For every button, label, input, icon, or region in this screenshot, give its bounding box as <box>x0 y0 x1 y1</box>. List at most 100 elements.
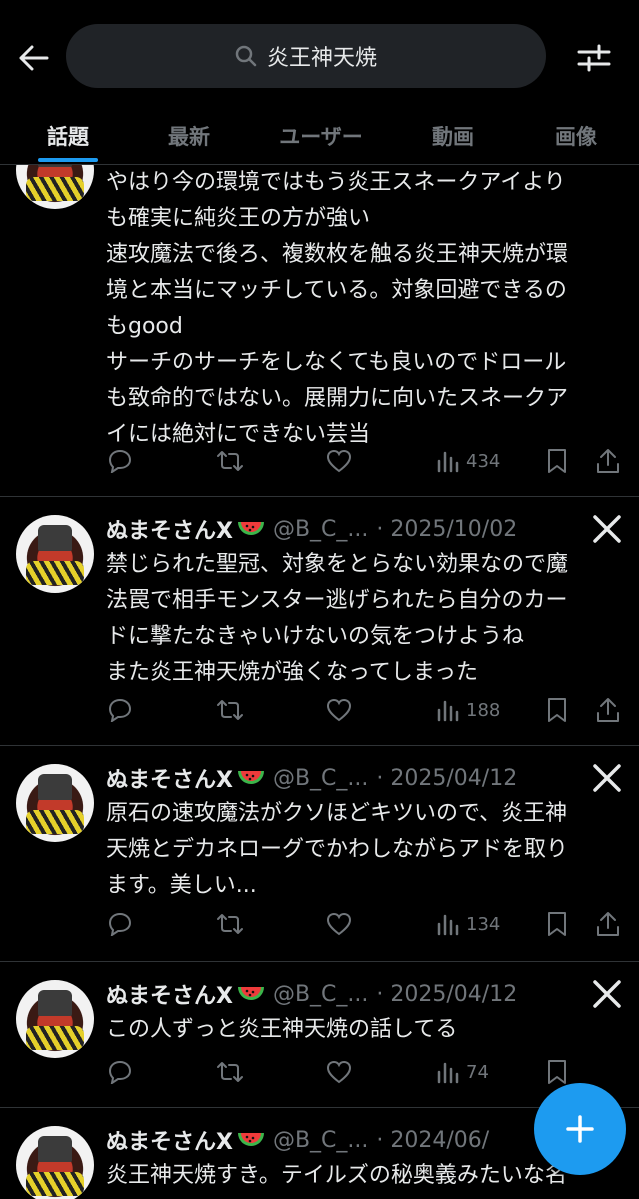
tweet-header: ぬまそさんX @B_C_... · 2025/10/02 <box>106 511 517 547</box>
tab-videos[interactable]: 動画 <box>414 108 492 164</box>
tab-people[interactable]: ユーザー <box>262 108 380 164</box>
view-count: 74 <box>466 1061 489 1083</box>
back-button[interactable] <box>14 38 54 78</box>
retweet-button[interactable] <box>216 1054 244 1090</box>
heart-icon <box>326 1060 352 1084</box>
heart-icon <box>326 912 352 936</box>
like-button[interactable] <box>326 1054 352 1090</box>
filter-button[interactable] <box>572 38 616 78</box>
avatar[interactable] <box>16 165 94 209</box>
tab-top[interactable]: 話題 <box>28 108 108 164</box>
tweet-item[interactable]: やはり今の環境ではもう炎王スネークアイより も確実に純炎王の方が強い 速攻魔法で… <box>0 165 639 497</box>
search-query: 炎王神天焼 <box>266 46 377 71</box>
x-logo-icon <box>593 515 621 543</box>
views-button[interactable]: 434 <box>436 443 500 479</box>
tweet-text: この人ずっと炎王神天焼の話してる <box>106 1017 458 1042</box>
user-handle[interactable]: @B_C_... <box>273 766 368 791</box>
retweet-icon <box>217 700 243 720</box>
tweet-actions: 134 <box>106 906 626 942</box>
avatar[interactable] <box>16 980 94 1058</box>
bookmark-icon <box>548 912 566 936</box>
tweet-date: · 2025/10/02 <box>376 516 518 542</box>
x-logo-icon <box>593 764 621 792</box>
bookmark-button[interactable] <box>546 443 568 479</box>
like-button[interactable] <box>326 692 352 728</box>
user-handle[interactable]: @B_C_... <box>273 982 368 1007</box>
avatar[interactable] <box>16 1126 94 1199</box>
search-input[interactable]: 炎王神天焼 <box>66 24 546 88</box>
view-count: 434 <box>466 450 501 472</box>
views-button[interactable]: 74 <box>436 1054 489 1090</box>
views-bar-icon <box>437 1062 459 1084</box>
retweet-icon <box>217 1062 243 1082</box>
tweet-header: ぬまそさんX @B_C_... · 2024/06/ <box>106 1122 489 1158</box>
watermelon-icon <box>237 1133 264 1146</box>
like-button[interactable] <box>326 443 352 479</box>
bookmark-button[interactable] <box>546 692 568 728</box>
watermelon-icon <box>237 522 264 535</box>
share-button[interactable] <box>596 906 620 942</box>
tweet-date: · 2025/04/12 <box>376 765 518 791</box>
view-count: 188 <box>466 699 501 721</box>
display-name[interactable]: ぬまそさんX <box>106 1124 233 1156</box>
tweet-date: · 2025/04/12 <box>376 981 518 1007</box>
user-handle[interactable]: @B_C_... <box>273 517 368 542</box>
bookmark-icon <box>548 449 566 473</box>
search-icon <box>235 45 257 67</box>
bookmark-button[interactable] <box>546 906 568 942</box>
x-logo-icon <box>593 980 621 1008</box>
filter-sliders-icon <box>577 44 611 72</box>
retweet-button[interactable] <box>216 906 244 942</box>
tweet-text: 炎王神天焼すき。テイルズの秘奥義みたいな名 <box>106 1163 567 1188</box>
plus-icon <box>566 1115 594 1143</box>
like-button[interactable] <box>326 906 352 942</box>
share-icon <box>597 698 619 722</box>
tweet-item[interactable]: ぬまそさんX @B_C_... · 2025/04/12 原石の速攻魔法がクソほ… <box>0 746 639 962</box>
tweet-text: 禁じられた聖冠、対象をとらない効果なので魔 法罠で相手モンスター逃げられたら自分… <box>106 552 569 685</box>
compose-button[interactable] <box>534 1083 626 1175</box>
tab-latest[interactable]: 最新 <box>150 108 228 164</box>
retweet-icon <box>217 451 243 471</box>
tweet-item[interactable]: ぬまそさんX @B_C_... · 2025/10/02 禁じられた聖冠、対象を… <box>0 497 639 746</box>
tweet-item[interactable]: ぬまそさんX @B_C_... · 2025/04/12 この人ずっと炎王神天焼… <box>0 962 639 1108</box>
reply-icon <box>108 698 132 722</box>
retweet-button[interactable] <box>216 443 244 479</box>
tweet-actions: 434 <box>106 443 626 479</box>
tweet-text: やはり今の環境ではもう炎王スネークアイより も確実に純炎王の方が強い 速攻魔法で… <box>106 170 569 447</box>
top-bar: 炎王神天焼 <box>0 0 639 108</box>
views-button[interactable]: 188 <box>436 692 500 728</box>
display-name[interactable]: ぬまそさんX <box>106 513 233 545</box>
search-tabs: 話題 最新 ユーザー 動画 画像 <box>0 108 639 165</box>
avatar[interactable] <box>16 764 94 842</box>
heart-icon <box>326 698 352 722</box>
reply-icon <box>108 449 132 473</box>
share-button[interactable] <box>596 692 620 728</box>
tweet-actions: 188 <box>106 692 626 728</box>
retweet-icon <box>217 914 243 934</box>
share-button[interactable] <box>596 443 620 479</box>
tweet-header: ぬまそさんX @B_C_... · 2025/04/12 <box>106 976 517 1012</box>
retweet-button[interactable] <box>216 692 244 728</box>
watermelon-icon <box>237 987 264 1000</box>
display-name[interactable]: ぬまそさんX <box>106 978 233 1010</box>
heart-icon <box>326 449 352 473</box>
tweet-actions: 74 <box>106 1054 626 1090</box>
tweet-date: · 2024/06/ <box>376 1127 490 1153</box>
tweet-header: ぬまそさんX @B_C_... · 2025/04/12 <box>106 760 517 796</box>
user-handle[interactable]: @B_C_... <box>273 1128 368 1153</box>
active-tab-indicator <box>38 158 98 162</box>
reply-button[interactable] <box>106 906 132 942</box>
reply-button[interactable] <box>106 443 132 479</box>
reply-button[interactable] <box>106 1054 132 1090</box>
reply-button[interactable] <box>106 692 132 728</box>
views-bar-icon <box>437 914 459 936</box>
display-name[interactable]: ぬまそさんX <box>106 762 233 794</box>
bookmark-icon <box>548 698 566 722</box>
tab-images[interactable]: 画像 <box>536 108 616 164</box>
avatar[interactable] <box>16 515 94 593</box>
arrow-left-icon <box>19 45 49 71</box>
tweet-text: 原石の速攻魔法がクソほどキツいので、炎王神 天焼とデカネローグでかわしながらアド… <box>106 801 569 898</box>
views-button[interactable]: 134 <box>436 906 500 942</box>
share-icon <box>597 912 619 936</box>
bookmark-icon <box>548 1060 566 1084</box>
